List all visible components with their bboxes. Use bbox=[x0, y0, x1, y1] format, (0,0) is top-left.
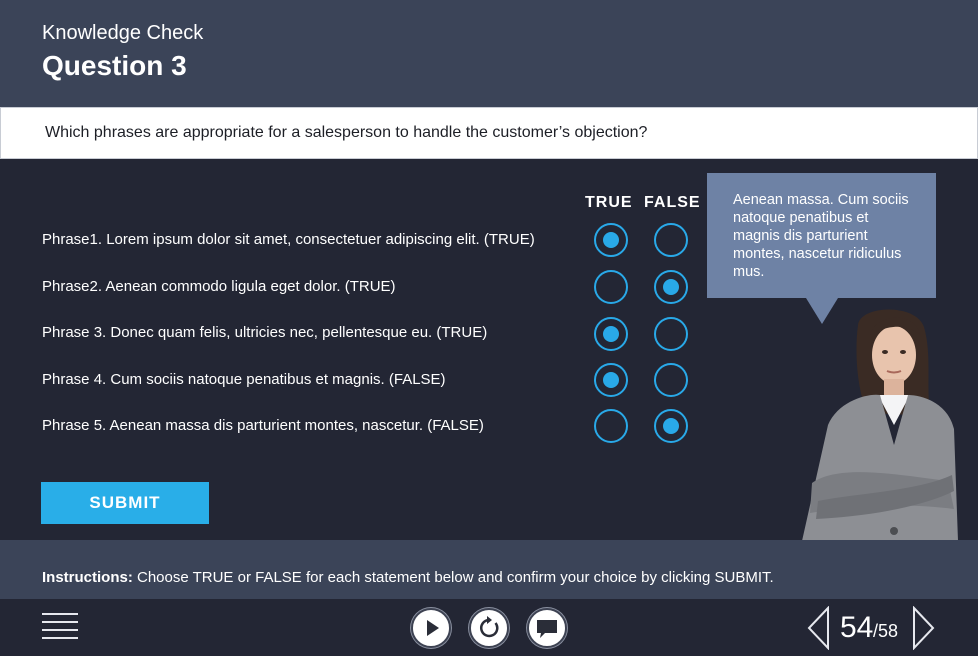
statement-row: Phrase 5. Aenean massa dis parturient mo… bbox=[0, 406, 720, 446]
radio-true[interactable] bbox=[594, 317, 628, 351]
total-pages: /58 bbox=[873, 621, 899, 641]
radio-true[interactable] bbox=[594, 223, 628, 257]
header-subtitle: Knowledge Check bbox=[42, 22, 204, 44]
statement-row: Phrase 4. Cum sociis natoque penatibus e… bbox=[0, 359, 720, 399]
statement-row: Phrase2. Aenean commodo ligula eget dolo… bbox=[0, 266, 720, 306]
chevron-left-icon[interactable] bbox=[806, 606, 832, 650]
radio-false[interactable] bbox=[654, 270, 688, 304]
radio-true[interactable] bbox=[594, 270, 628, 304]
comment-icon bbox=[537, 620, 557, 638]
player-controls: 54 /58 bbox=[0, 599, 978, 656]
replay-icon bbox=[480, 616, 499, 638]
current-page: 54 bbox=[840, 611, 874, 644]
speech-bubble: Aenean massa. Cum sociis natoque penatib… bbox=[707, 173, 936, 298]
instructions-body: Choose TRUE or FALSE for each statement … bbox=[132, 569, 774, 586]
replay-button[interactable] bbox=[469, 608, 509, 648]
radio-false[interactable] bbox=[654, 409, 688, 443]
question-bar: Which phrases are appropriate for a sale… bbox=[0, 107, 978, 159]
radio-dot bbox=[663, 418, 679, 434]
radio-false[interactable] bbox=[654, 317, 688, 351]
radio-true[interactable] bbox=[594, 363, 628, 397]
instructions-bar: Instructions: Choose TRUE or FALSE for e… bbox=[0, 540, 978, 599]
radio-true[interactable] bbox=[594, 409, 628, 443]
radio-dot bbox=[603, 232, 619, 248]
play-icon bbox=[427, 620, 439, 636]
radio-dot bbox=[603, 326, 619, 342]
statement-text: Phrase2. Aenean commodo ligula eget dolo… bbox=[42, 278, 396, 295]
hamburger-menu-icon[interactable] bbox=[42, 611, 78, 643]
header: Knowledge Check Question 3 bbox=[0, 0, 978, 107]
statement-row: Phrase 3. Donec quam felis, ultricies ne… bbox=[0, 313, 720, 353]
statement-text: Phrase1. Lorem ipsum dolor sit amet, con… bbox=[42, 231, 535, 248]
instructions-text: Instructions: Choose TRUE or FALSE for e… bbox=[42, 569, 774, 586]
page-title: Question 3 bbox=[42, 50, 187, 81]
instructions-label: Instructions: bbox=[42, 569, 133, 586]
radio-dot bbox=[603, 372, 619, 388]
radio-false[interactable] bbox=[654, 363, 688, 397]
submit-button[interactable]: SUBMIT bbox=[41, 482, 209, 524]
statement-text: Phrase 4. Cum sociis natoque penatibus e… bbox=[42, 371, 446, 388]
statement-row: Phrase1. Lorem ipsum dolor sit amet, con… bbox=[0, 219, 720, 259]
column-header-false: FALSE bbox=[644, 194, 701, 211]
play-button[interactable] bbox=[411, 608, 451, 648]
chevron-right-icon[interactable] bbox=[910, 606, 936, 650]
statement-text: Phrase 5. Aenean massa dis parturient mo… bbox=[42, 417, 484, 434]
radio-dot bbox=[663, 279, 679, 295]
statement-text: Phrase 3. Donec quam felis, ultricies ne… bbox=[42, 324, 488, 341]
comment-button[interactable] bbox=[527, 608, 567, 648]
radio-false[interactable] bbox=[654, 223, 688, 257]
character-image bbox=[802, 309, 958, 541]
column-header-true: TRUE bbox=[585, 194, 633, 211]
question-text: Which phrases are appropriate for a sale… bbox=[45, 124, 648, 141]
